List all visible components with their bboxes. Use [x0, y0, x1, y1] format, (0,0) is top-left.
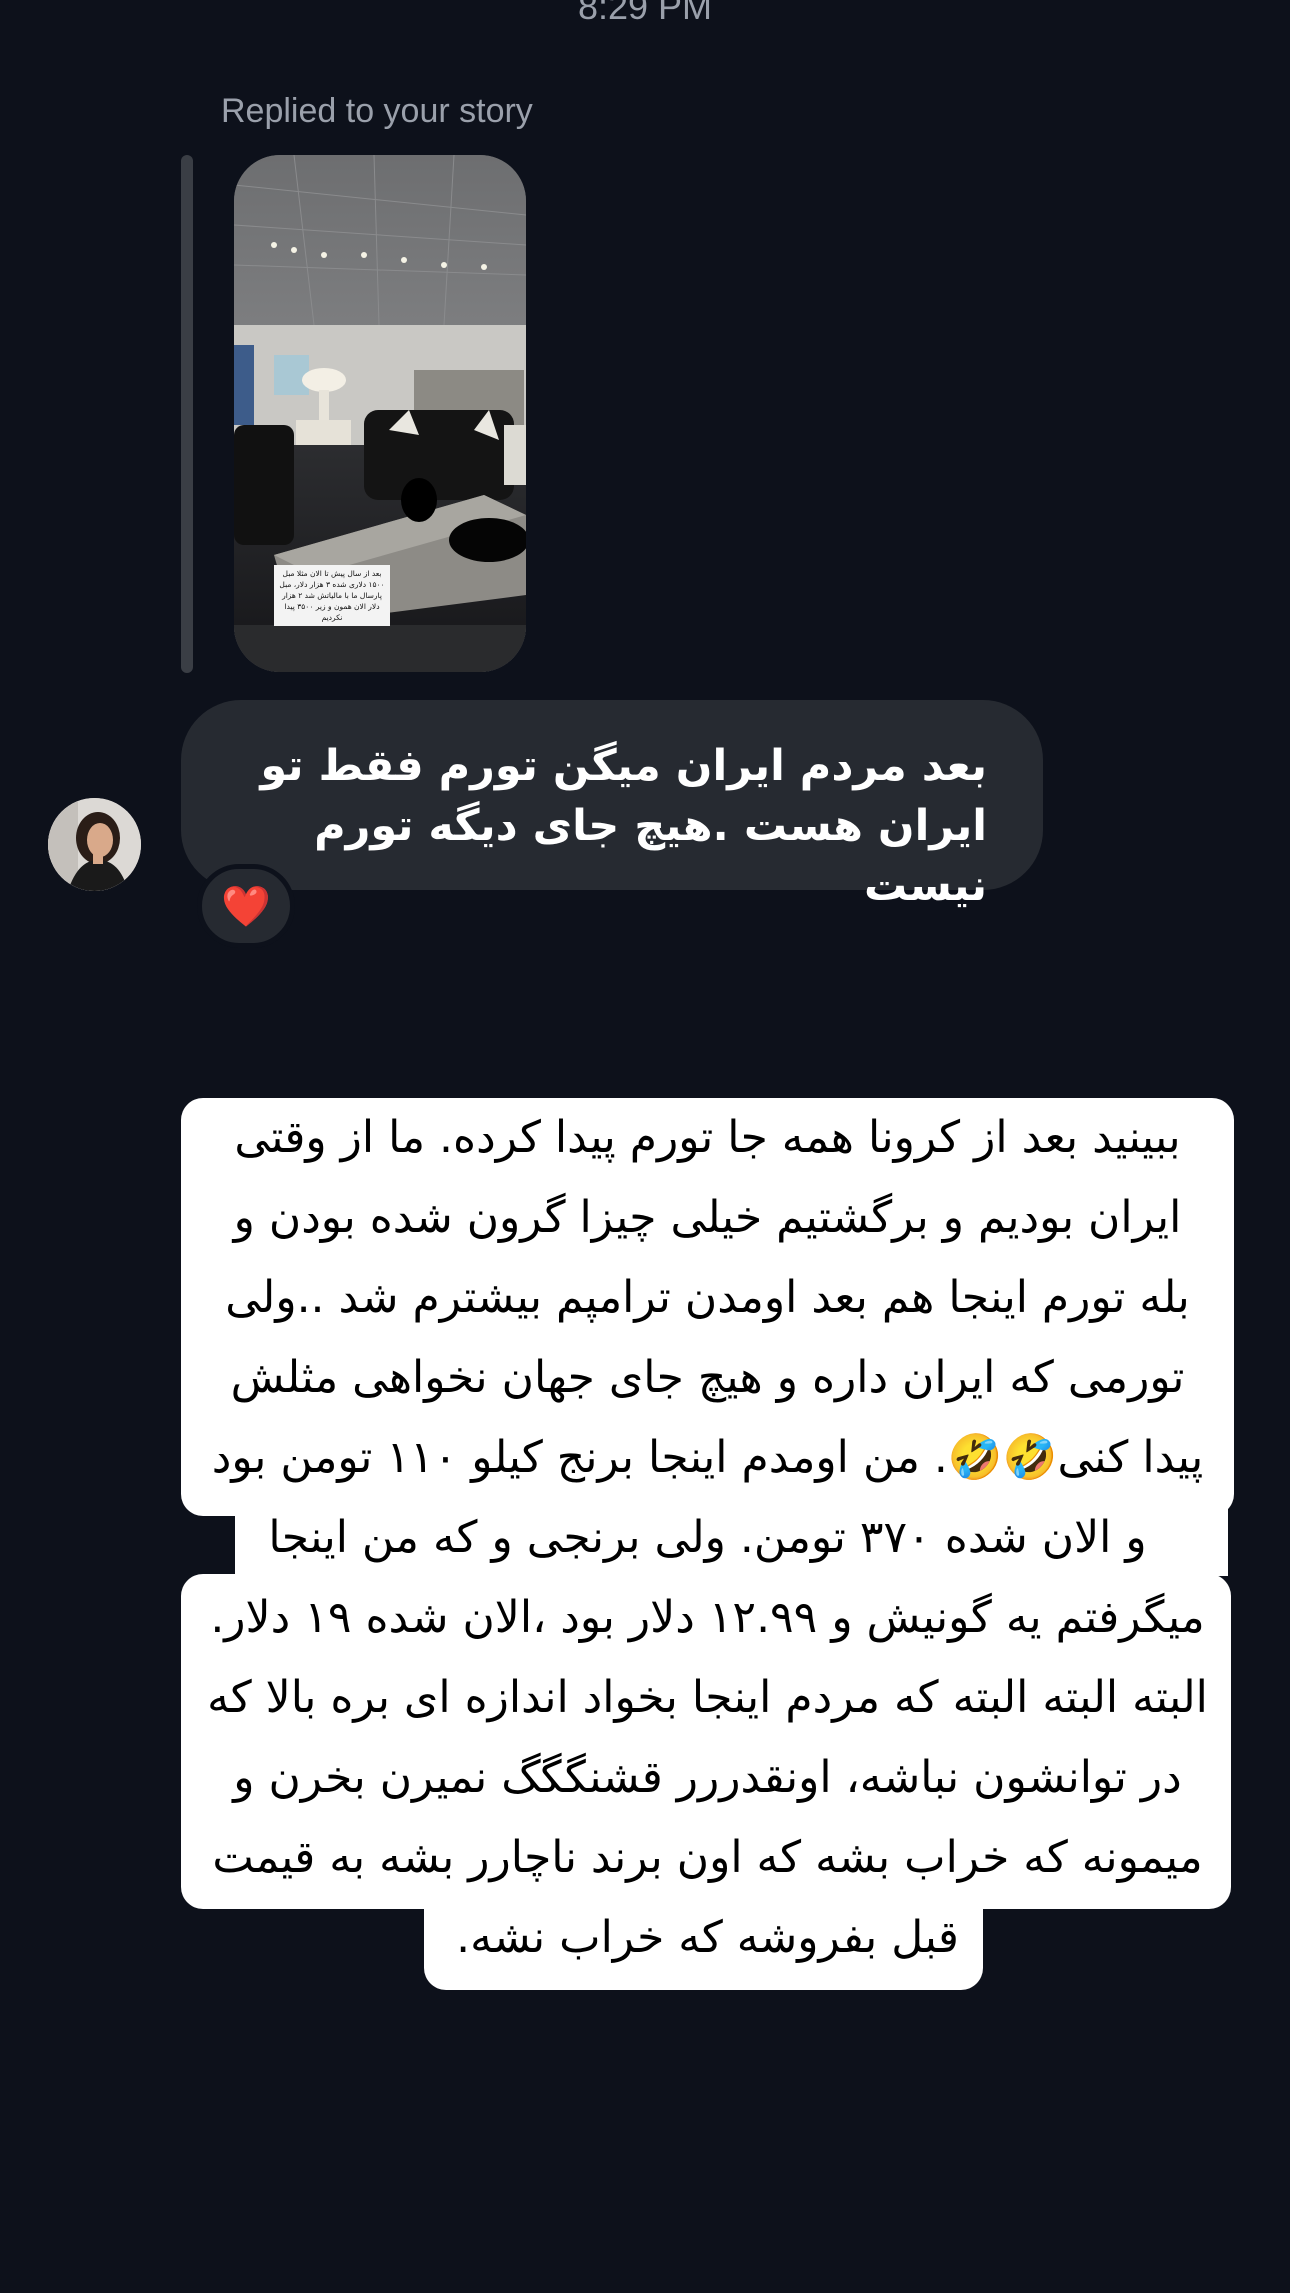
sender-avatar[interactable] [48, 798, 141, 891]
outgoing-message-bubble[interactable]: ببینید بعد از کرونا همه جا تورم پیدا کرد… [181, 1098, 1234, 1990]
outgoing-message-text: ببینید بعد از کرونا همه جا تورم پیدا کرد… [181, 1098, 1234, 1978]
story-thumbnail[interactable]: بعد از سال پیش تا الان مثلا مبل ۱۵۰۰ دلا… [234, 155, 526, 672]
message-line: البته البته البته که مردم اینجا بخواد ان… [207, 1672, 1208, 1723]
message-line: بله تورم اینجا هم بعد اومدن ترامپم بیشتر… [225, 1272, 1190, 1323]
message-line: ایران بودیم و برگشتیم خیلی چیزا گرون شده… [233, 1192, 1182, 1243]
replied-to-story-label: Replied to your story [221, 92, 533, 130]
message-line: تورمی که ایران داره و هیچ جای جهان نخواه… [230, 1352, 1185, 1403]
reply-quote-bar [181, 155, 193, 673]
message-line: میگرفتم یه گونیش و ۱۲.۹۹ دلار بود ،الان … [210, 1592, 1205, 1643]
message-line: و الان شده ۳۷۰ تومن. ولی برنجی و که من ا… [268, 1512, 1147, 1563]
message-line: در توانشون نباشه، اونقدررر قشنگگگ نمیرن … [233, 1752, 1182, 1803]
story-caption: بعد از سال پیش تا الان مثلا مبل ۱۵۰۰ دلا… [274, 565, 390, 626]
dm-thread-screen: 8:29 PM Replied to your story بعد از سال… [0, 0, 1290, 2293]
incoming-message-text: بعد مردم ایران میگن تورم فقط تو ایران هس… [260, 741, 987, 911]
incoming-message-bubble[interactable]: بعد مردم ایران میگن تورم فقط تو ایران هس… [181, 700, 1043, 911]
reaction-heart[interactable]: ❤️ [197, 864, 295, 948]
message-line: میمونه که خراب بشه که اون برند ناچارر بش… [212, 1832, 1203, 1883]
message-line: قبل بفروشه که خراب نشه. [456, 1912, 959, 1963]
message-timestamp: 8:29 PM [577, 0, 713, 27]
message-line: ببینید بعد از کرونا همه جا تورم پیدا کرد… [234, 1112, 1181, 1163]
avatar-image [48, 798, 141, 891]
message-line: پیدا کنی🤣🤣. من اومدم اینجا برنج کیلو ۱۱۰… [211, 1432, 1204, 1483]
